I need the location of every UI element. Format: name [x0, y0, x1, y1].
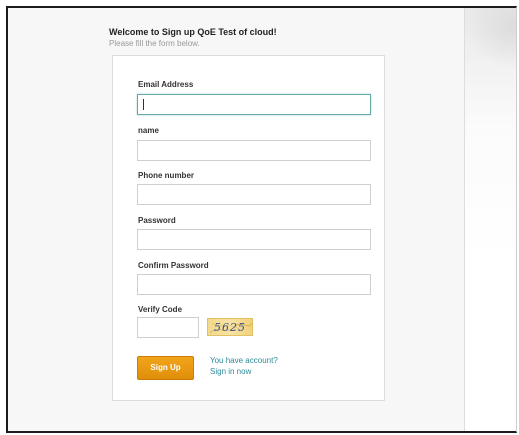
sign-in-link[interactable]: Sign in now — [210, 367, 251, 377]
page-title: Welcome to Sign up QoE Test of cloud! — [109, 27, 277, 37]
name-field[interactable] — [137, 140, 371, 161]
captcha-image[interactable]: 5625 — [207, 318, 253, 336]
email-label: Email Address — [138, 80, 194, 89]
text-caret — [143, 99, 144, 110]
page-header: Welcome to Sign up QoE Test of cloud! Pl… — [109, 26, 277, 49]
have-account-text: You have account? — [210, 356, 278, 365]
side-panel — [465, 8, 516, 431]
verify-code-field[interactable] — [137, 317, 199, 338]
captcha-code: 5625 — [214, 321, 246, 334]
confirm-password-field[interactable] — [137, 274, 371, 295]
sign-up-button[interactable]: Sign Up — [137, 356, 194, 380]
password-label: Password — [138, 216, 176, 225]
verify-code-label: Verify Code — [138, 305, 183, 314]
content-panel: Welcome to Sign up QoE Test of cloud! Pl… — [8, 8, 465, 431]
panel-shadow — [465, 8, 516, 68]
phone-label: Phone number — [138, 171, 195, 180]
password-field[interactable] — [137, 229, 371, 250]
page-subtitle: Please fill the form below. — [109, 39, 200, 48]
signup-form: Email Address name Phone number Password… — [112, 55, 385, 401]
browser-window: Welcome to Sign up QoE Test of cloud! Pl… — [6, 6, 517, 433]
confirm-password-label: Confirm Password — [138, 261, 209, 270]
phone-field[interactable] — [137, 184, 371, 205]
email-field[interactable] — [137, 94, 371, 115]
name-label: name — [138, 126, 159, 135]
